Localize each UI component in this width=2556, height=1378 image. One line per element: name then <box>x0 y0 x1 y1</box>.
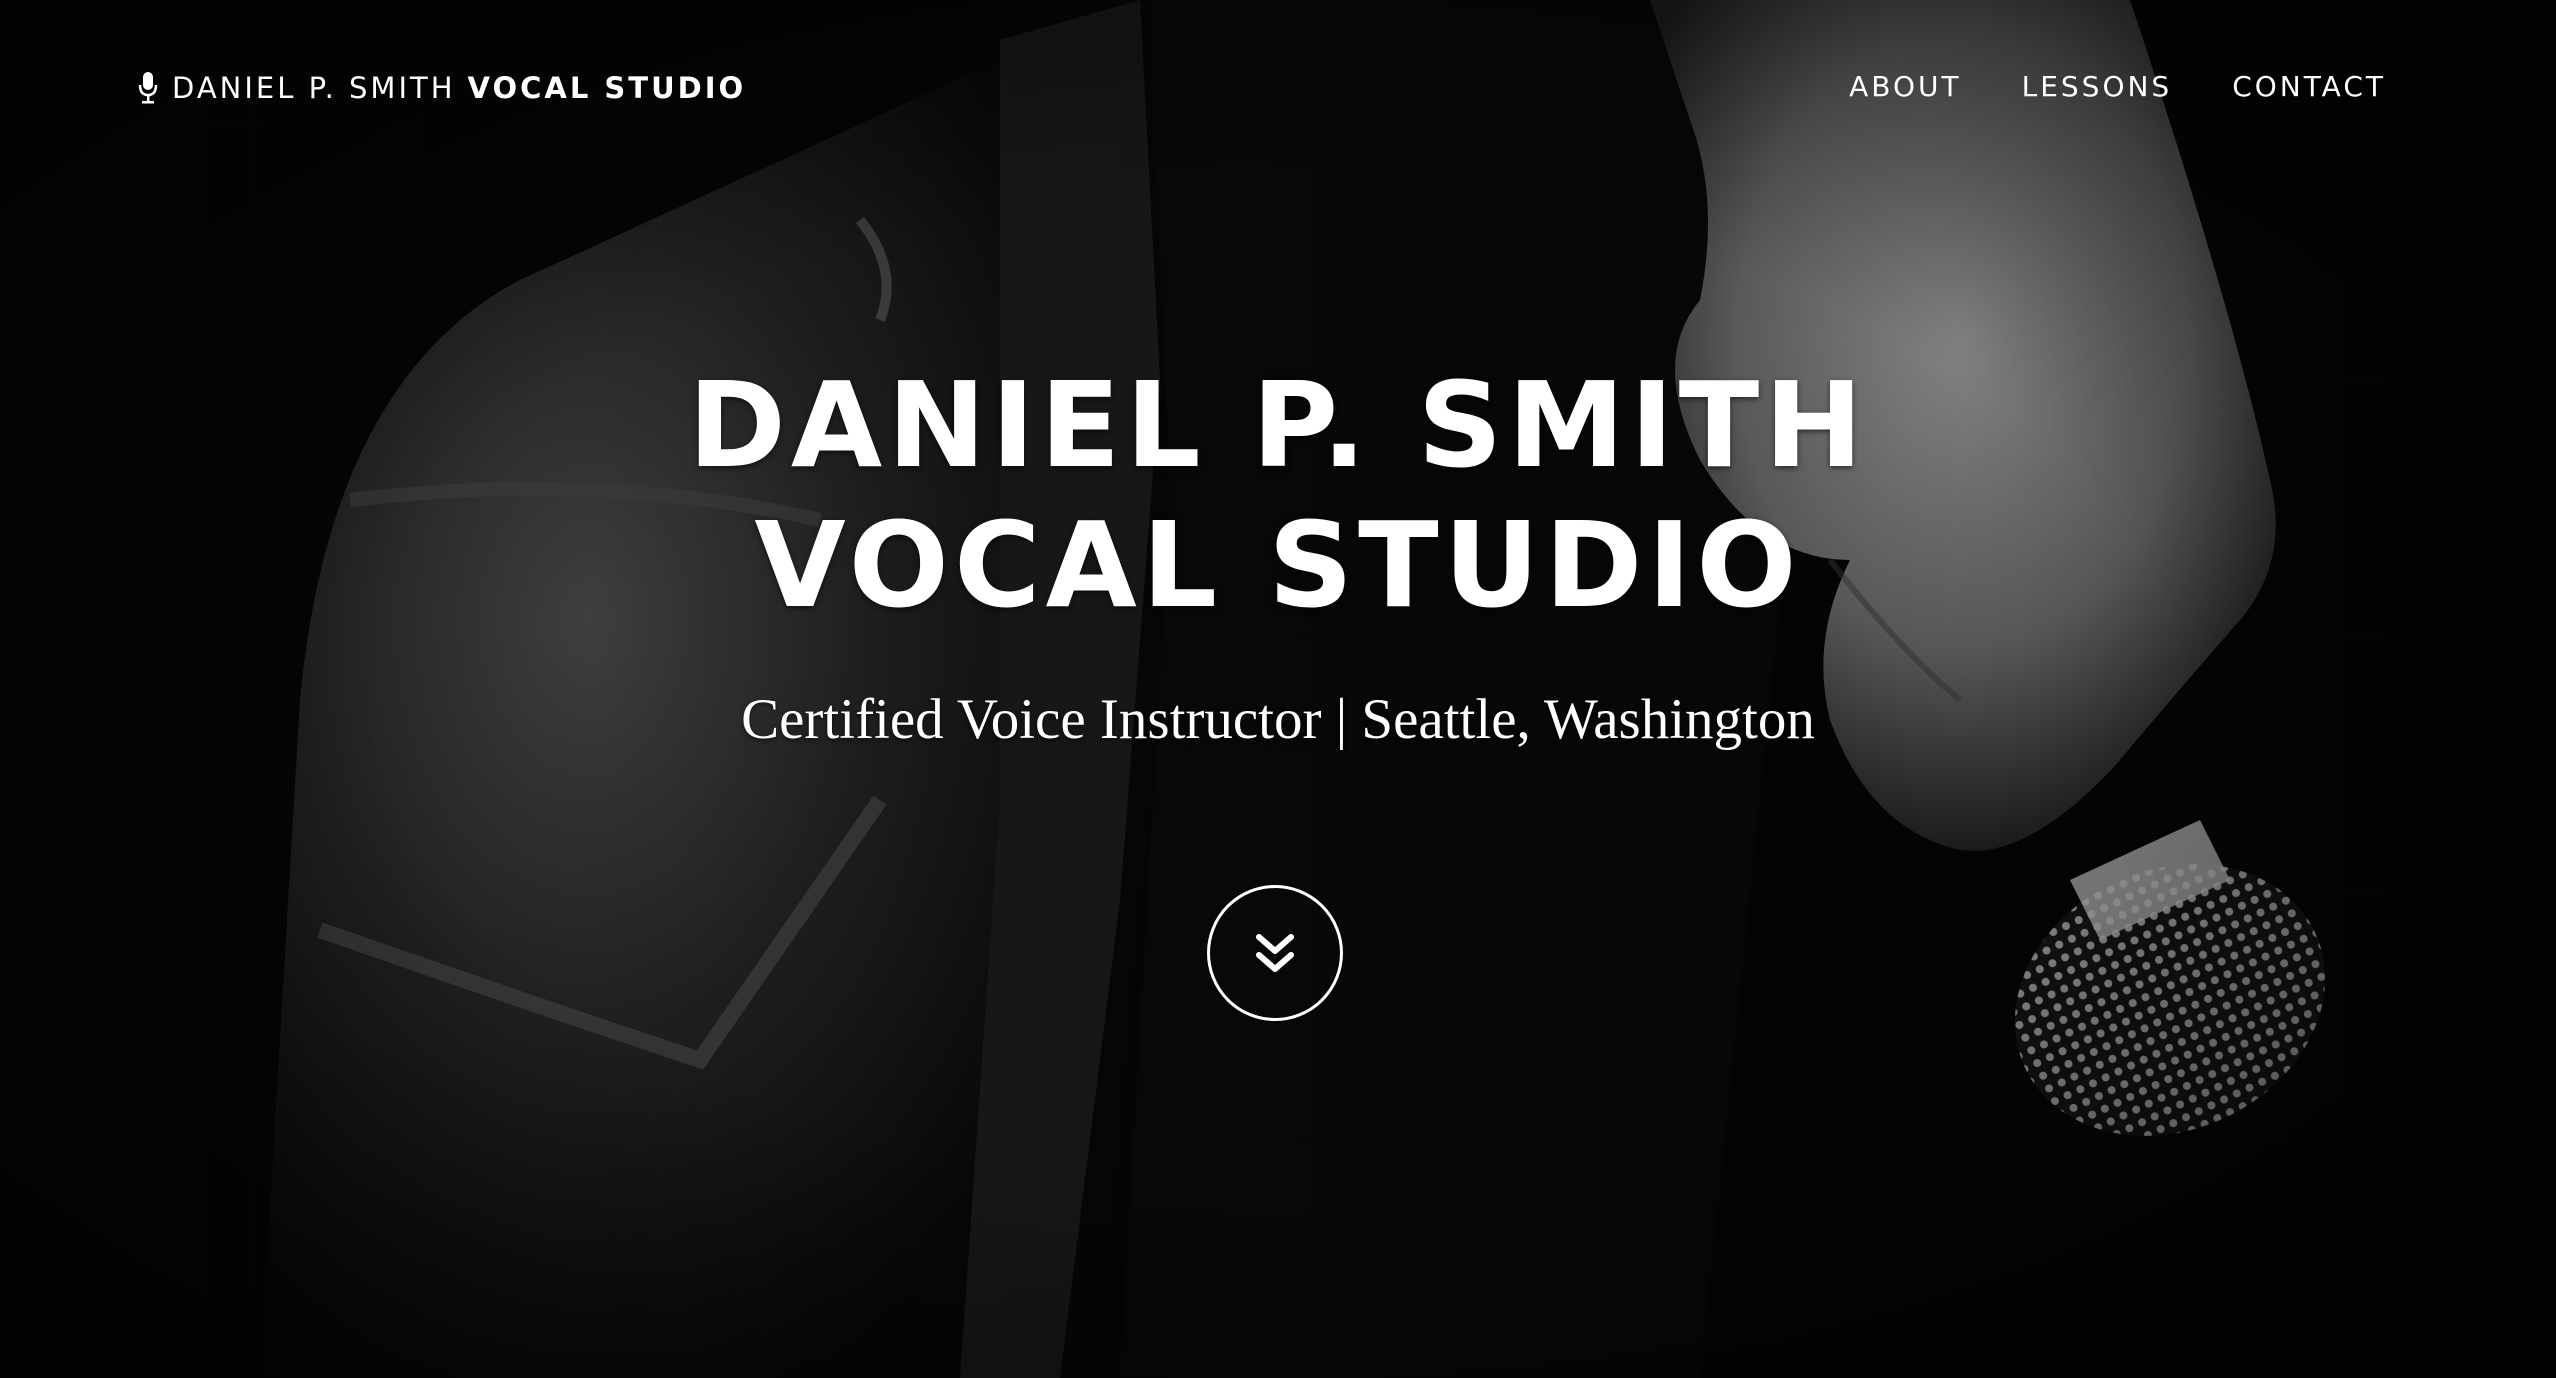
double-chevron-down-icon <box>1256 934 1294 972</box>
page-title-line-1: DANIEL P. SMITH <box>687 356 1869 494</box>
brand-name-bold: VOCAL STUDIO <box>467 71 747 105</box>
page-title: DANIEL P. SMITH VOCAL STUDIO <box>0 355 2556 635</box>
nav-link-about[interactable]: ABOUT <box>1849 70 1962 103</box>
nav-link-contact[interactable]: CONTACT <box>2232 70 2386 103</box>
intro-block: DANIEL P. SMITH VOCAL STUDIO Certified V… <box>0 355 2556 755</box>
scroll-down-button[interactable] <box>1207 885 1343 1021</box>
nav-links: ABOUT LESSONS CONTACT <box>1849 70 2386 103</box>
page-title-line-2: VOCAL STUDIO <box>754 496 1802 634</box>
tagline: Certified Voice Instructor | Seattle, Wa… <box>741 688 1815 751</box>
brand-name: DANIEL P. SMITH <box>172 71 456 105</box>
navbar: DANIEL P. SMITH VOCAL STUDIO ABOUT LESSO… <box>0 0 2556 180</box>
nav-link-lessons[interactable]: LESSONS <box>2022 70 2173 103</box>
microphone-icon <box>138 72 158 104</box>
brand-link[interactable]: DANIEL P. SMITH VOCAL STUDIO <box>138 68 746 108</box>
hero-section: DANIEL P. SMITH VOCAL STUDIO ABOUT LESSO… <box>0 0 2556 1378</box>
